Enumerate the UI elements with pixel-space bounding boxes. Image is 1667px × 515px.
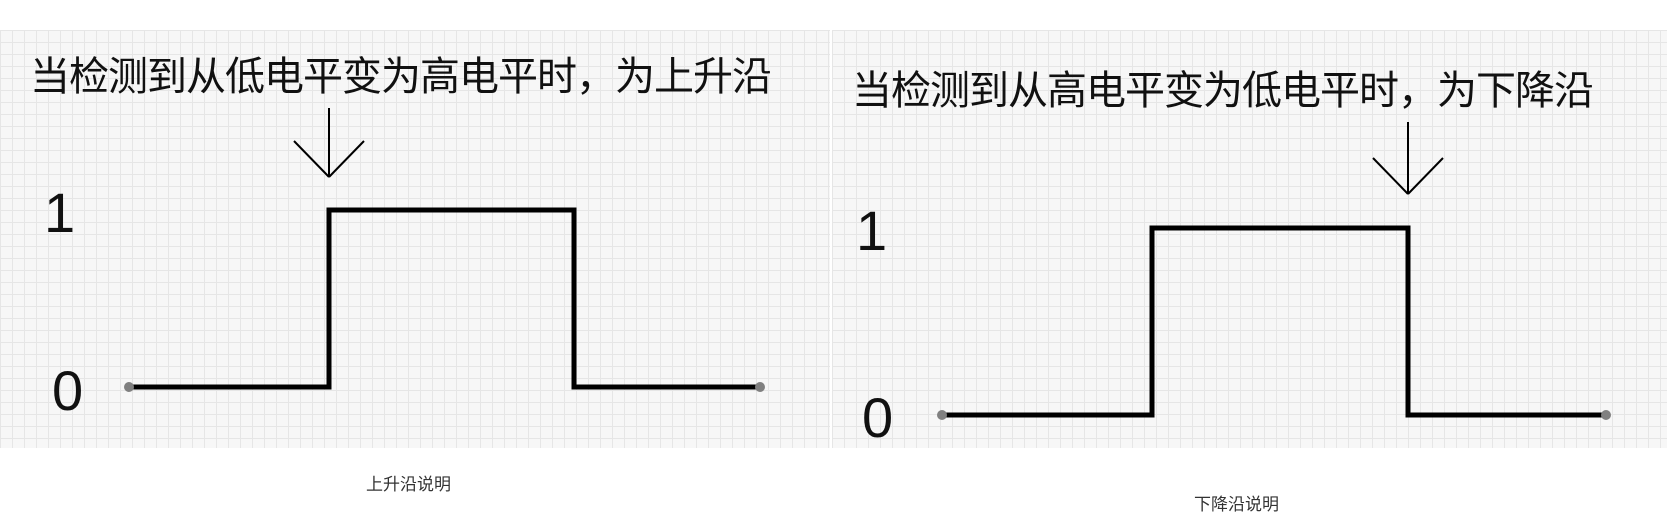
falling-edge-diagram (937, 122, 1611, 420)
falling-edge-waveform (942, 225, 1606, 418)
down-arrow-icon (1372, 122, 1444, 195)
falling-edge-caption: 下降沿说明 (1194, 495, 1279, 515)
waveform-end-point (1601, 410, 1611, 420)
waveform-start-point (937, 410, 947, 420)
